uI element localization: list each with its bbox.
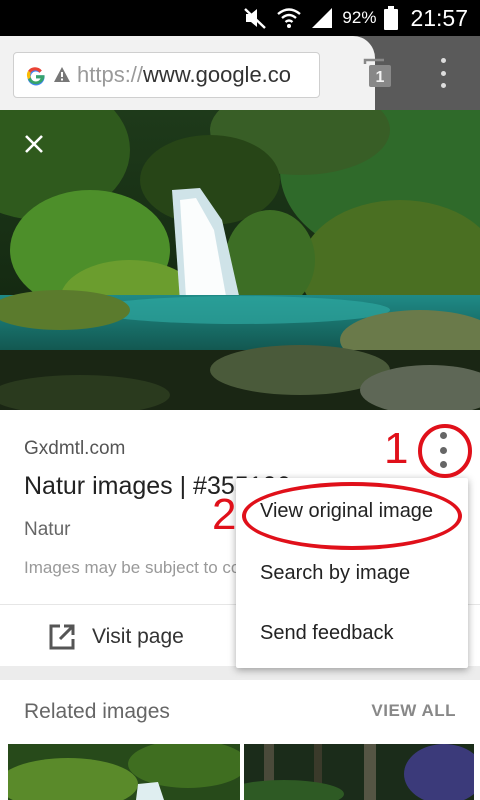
visit-page-label: Visit page [92, 625, 184, 648]
source-domain[interactable]: Gxdmtl.com [24, 438, 125, 460]
menu-dot [440, 70, 446, 76]
annotation-ring-1 [418, 424, 472, 478]
thumbnail-image [8, 744, 240, 800]
tab-count: 1 [376, 69, 385, 86]
annotation-step-2: 2 [212, 490, 237, 539]
menu-dot [440, 83, 446, 88]
image-category: Natur [24, 519, 71, 540]
close-icon[interactable] [22, 132, 46, 156]
menu-item-send-feedback[interactable]: Send feedback [260, 622, 393, 645]
menu-item-search-by-image[interactable]: Search by image [260, 562, 410, 585]
related-images-title: Related images [24, 700, 170, 723]
mute-icon [244, 8, 267, 29]
signal-icon [312, 8, 333, 28]
status-bar: 92% 21:57 [0, 0, 480, 36]
status-icons: 92% 21:57 [242, 0, 468, 36]
menu-icon[interactable] [432, 58, 454, 88]
annotation-step-1: 1 [384, 424, 409, 473]
thumbnail-image [244, 744, 474, 800]
annotation-ring-2 [242, 482, 462, 550]
section-gap [0, 666, 480, 680]
wifi-icon [277, 8, 302, 28]
url-bar[interactable]: https://www.google.co [13, 52, 320, 98]
menu-dot [440, 58, 446, 63]
browser-toolbar: https://www.google.co 1 [0, 36, 480, 110]
url-scheme: https:// [77, 62, 144, 87]
open-in-new-icon [49, 624, 75, 650]
url-text: https://www.google.co [77, 62, 291, 88]
visit-page-button[interactable]: Visit page [48, 620, 184, 654]
view-all-button[interactable]: VIEW ALL [371, 701, 456, 721]
google-g-icon [26, 67, 45, 86]
clock: 21:57 [410, 4, 468, 31]
battery-icon [384, 6, 399, 30]
waterfall-scene [0, 110, 480, 410]
related-thumbnail[interactable] [244, 744, 474, 800]
url-host: www.google.co [143, 62, 292, 87]
battery-percent: 92% [342, 8, 377, 27]
preview-image[interactable] [0, 110, 480, 410]
related-thumbnail[interactable] [8, 744, 240, 800]
warning-icon [54, 67, 70, 82]
tabs-icon[interactable]: 1 [362, 58, 392, 88]
